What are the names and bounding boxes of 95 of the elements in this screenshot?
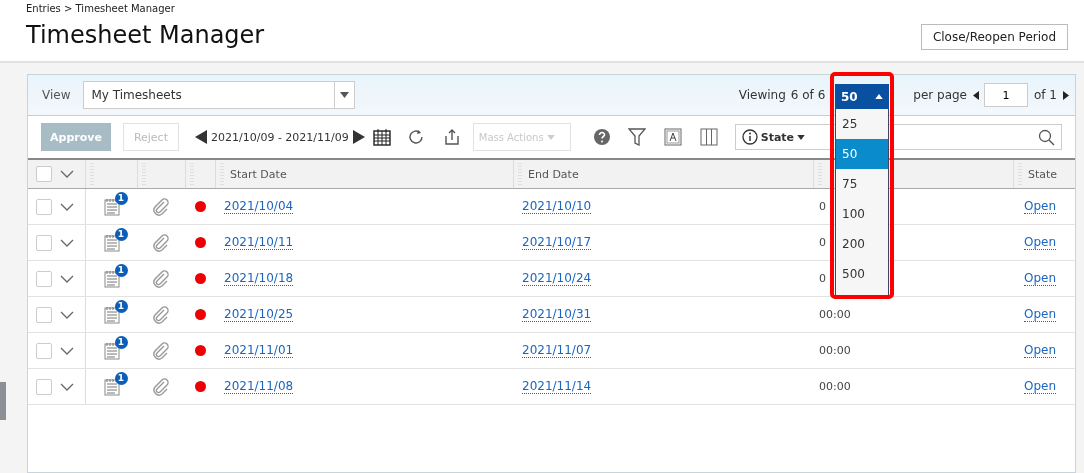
notes-count-badge: 1 <box>114 227 128 241</box>
caret-icon <box>340 92 350 98</box>
notepad-icon <box>103 305 120 324</box>
end-date-link[interactable]: 2021/10/17 <box>522 235 592 250</box>
chevron-down-icon[interactable] <box>60 238 74 247</box>
start-date-link[interactable]: 2021/10/04 <box>224 199 294 214</box>
per-page-option[interactable]: 50 <box>836 139 888 169</box>
state-link[interactable]: Open <box>1024 379 1057 394</box>
paperclip-icon[interactable] <box>152 269 170 288</box>
notepad-icon <box>103 233 120 252</box>
paperclip-icon[interactable] <box>152 377 170 396</box>
start-date-link[interactable]: 2021/10/18 <box>224 271 294 286</box>
caret-icon <box>546 134 555 140</box>
row-checkbox[interactable] <box>36 342 52 359</box>
state-filter-dropdown[interactable]: State <box>741 129 806 145</box>
hours-cell: 0 <box>819 200 826 213</box>
paperclip-icon[interactable] <box>152 197 170 216</box>
close-reopen-period-button[interactable]: Close/Reopen Period <box>920 24 1068 50</box>
page-total: of 1 <box>1034 88 1057 102</box>
row-checkbox[interactable] <box>36 378 52 395</box>
record-count: 6 of 6 <box>790 88 826 102</box>
end-date-link[interactable]: 2021/10/24 <box>522 271 592 286</box>
per-page-option[interactable]: 100 <box>836 199 888 229</box>
notes-count-badge: 1 <box>114 191 128 205</box>
view-label: View <box>42 88 71 102</box>
hours-cell: 0 <box>819 272 826 285</box>
help-icon[interactable] <box>592 128 611 146</box>
notes-count-badge: 1 <box>114 299 128 313</box>
calendar-icon[interactable] <box>372 128 391 146</box>
next-page-icon[interactable] <box>1063 90 1069 100</box>
viewing-label: Viewing <box>738 88 786 102</box>
caret-icon <box>797 134 806 140</box>
state-link[interactable]: Open <box>1024 199 1057 214</box>
previous-range-icon[interactable] <box>195 130 207 144</box>
export-icon[interactable] <box>442 128 461 146</box>
end-date-link[interactable]: 2021/10/10 <box>522 199 592 214</box>
notepad-icon <box>103 377 120 396</box>
hours-cell: 00:00 <box>819 308 851 321</box>
column-header[interactable]: End Date <box>528 167 579 181</box>
end-date-link[interactable]: 2021/11/07 <box>522 343 592 358</box>
start-date-link[interactable]: 2021/10/11 <box>224 235 294 250</box>
previous-page-icon[interactable] <box>973 90 979 100</box>
column-header[interactable]: Start Date <box>230 167 287 181</box>
notepad-icon <box>103 341 120 360</box>
caret-icon <box>875 94 883 99</box>
end-date-link[interactable]: 2021/10/31 <box>522 307 592 322</box>
end-date-link[interactable]: 2021/11/14 <box>522 379 592 394</box>
paperclip-icon[interactable] <box>152 305 170 324</box>
search-icon[interactable] <box>1038 128 1055 146</box>
per-page-option[interactable]: 200 <box>836 229 888 259</box>
view-select[interactable]: My Timesheets <box>83 81 356 109</box>
chevron-down-icon[interactable] <box>60 382 74 391</box>
start-date-link[interactable]: 2021/10/25 <box>224 307 294 322</box>
notepad-icon <box>103 197 120 216</box>
state-link[interactable]: Open <box>1024 307 1057 322</box>
breadcrumb: Entries > Timesheet Manager <box>26 3 176 14</box>
row-checkbox[interactable] <box>36 306 52 323</box>
chevron-down-icon[interactable] <box>60 310 74 319</box>
info-icon <box>741 129 758 145</box>
notepad-icon <box>103 269 120 288</box>
row-checkbox[interactable] <box>36 234 52 251</box>
paperclip-icon[interactable] <box>152 341 170 360</box>
per-page-option[interactable]: 500 <box>836 259 888 289</box>
next-range-icon[interactable] <box>352 130 365 144</box>
state-link[interactable]: Open <box>1024 235 1057 250</box>
start-date-link[interactable]: 2021/11/08 <box>224 379 294 394</box>
per-page-dropdown[interactable]: 50 <box>835 84 889 109</box>
page-number-field[interactable]: 1 <box>984 83 1028 107</box>
column-header[interactable]: State <box>1028 167 1058 181</box>
chevron-down-icon[interactable] <box>60 346 74 355</box>
select-all-checkbox[interactable] <box>36 166 52 182</box>
columns-icon[interactable] <box>699 128 718 146</box>
notes-count-badge: 1 <box>114 371 128 385</box>
per-page-option[interactable]: 75 <box>836 169 888 199</box>
side-panel-handle[interactable] <box>0 382 6 420</box>
chevron-down-icon[interactable] <box>60 170 74 178</box>
date-range: 2021/10/09 - 2021/11/09 <box>211 130 349 144</box>
hours-cell: 00:00 <box>819 344 851 357</box>
per-page-label: per page <box>913 88 967 102</box>
state-link[interactable]: Open <box>1024 343 1057 358</box>
notes-count-badge: 1 <box>114 263 128 277</box>
chevron-down-icon[interactable] <box>60 274 74 283</box>
row-checkbox[interactable] <box>36 198 52 215</box>
text-format-icon[interactable] <box>663 128 682 146</box>
paperclip-icon[interactable] <box>152 233 170 252</box>
hours-cell: 00:00 <box>819 380 851 393</box>
notes-count-badge: 1 <box>114 335 128 349</box>
page-title: Timesheet Manager <box>26 21 265 49</box>
chevron-down-icon[interactable] <box>60 202 74 211</box>
start-date-link[interactable]: 2021/11/01 <box>224 343 294 358</box>
filter-icon[interactable] <box>627 128 646 146</box>
refresh-icon[interactable] <box>406 128 425 146</box>
row-checkbox[interactable] <box>36 270 52 287</box>
state-link[interactable]: Open <box>1024 271 1057 286</box>
hours-cell: 0 <box>819 236 826 249</box>
